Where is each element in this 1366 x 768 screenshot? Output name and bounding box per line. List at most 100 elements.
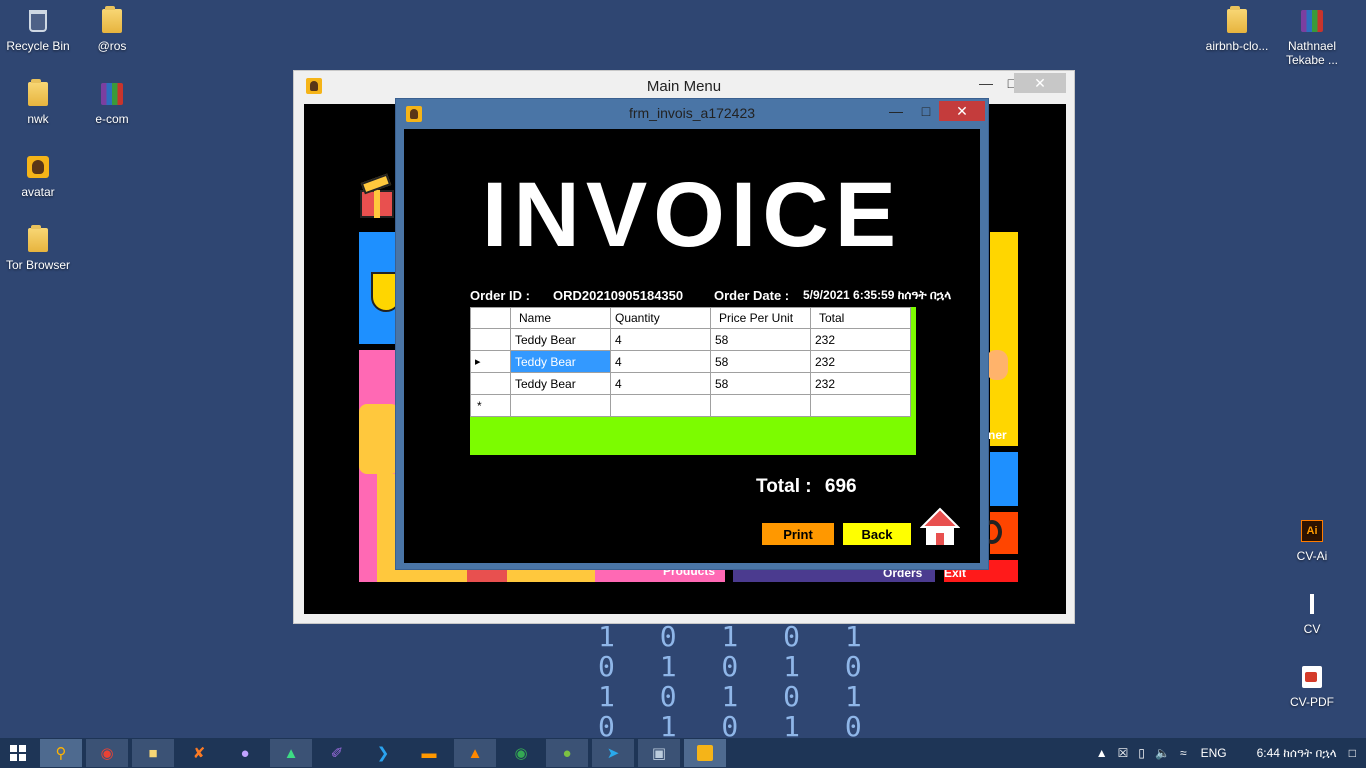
taskbar-github[interactable]: ● — [224, 739, 266, 767]
taskbar-invoice-app[interactable] — [684, 739, 726, 767]
taskbar-sublime[interactable]: ▬ — [408, 739, 450, 767]
taskbar-android-studio[interactable]: ▲ — [270, 739, 312, 767]
main-menu-titlebar[interactable]: Main Menu — □ ✕ — [294, 71, 1074, 101]
folder-icon — [96, 6, 128, 36]
desktop-icon-label: e-com — [95, 112, 129, 126]
notifications-icon[interactable]: □ — [1349, 746, 1356, 760]
customer-tile-left[interactable] — [359, 232, 401, 344]
print-button[interactable]: Print — [762, 523, 834, 545]
show-hidden-icons-button[interactable]: ▲ — [1096, 746, 1108, 760]
search-button[interactable]: ⚲ — [40, 739, 82, 767]
desktop-icon-cv[interactable]: CV — [1274, 589, 1350, 636]
cell-quantity[interactable]: 4 — [610, 350, 711, 373]
taskbar-file-explorer[interactable]: ■ — [132, 739, 174, 767]
telegram-icon: ➤ — [606, 745, 620, 762]
binary-row: 1 0 1 0 1 — [598, 620, 876, 653]
row-header[interactable] — [470, 372, 511, 395]
visual-studio-icon: ✐ — [330, 745, 344, 762]
cell-quantity[interactable] — [610, 394, 711, 417]
row-header[interactable] — [470, 328, 511, 351]
settings-tile[interactable] — [990, 452, 1018, 506]
cell-total[interactable]: 232 — [810, 350, 911, 373]
report-tile[interactable] — [982, 512, 1018, 554]
taskbar-telegram[interactable]: ➤ — [592, 739, 634, 767]
taskbar-remote-desktop[interactable]: ▣ — [638, 739, 680, 767]
desktop-icon-label: CV-PDF — [1289, 695, 1334, 709]
cell-name[interactable]: Teddy Bear — [510, 328, 611, 351]
taskbar-utorrent[interactable]: ● — [546, 739, 588, 767]
minimize-button[interactable]: — — [884, 101, 908, 121]
cell-quantity[interactable]: 4 — [610, 328, 711, 351]
home-icon[interactable] — [920, 507, 960, 547]
desktop-icon-cv-ai[interactable]: Ai CV-Ai — [1274, 516, 1350, 563]
back-button[interactable]: Back — [843, 523, 911, 545]
cell-total[interactable]: 232 — [810, 372, 911, 395]
new-row[interactable]: * — [470, 394, 911, 417]
window-title: Main Menu — [646, 77, 722, 95]
language-indicator[interactable]: ENG — [1201, 746, 1227, 760]
cell-price[interactable]: 58 — [710, 350, 811, 373]
table-row[interactable]: Teddy Bear 4 58 232 — [470, 328, 911, 351]
cell-name[interactable] — [510, 394, 611, 417]
desktop-icon-label: Nathnael Tekabe ... — [1285, 39, 1339, 67]
order-items-table[interactable]: Name Quantity Price Per Unit Total Teddy… — [470, 307, 911, 417]
network-error-icon[interactable]: ☒ — [1118, 746, 1129, 760]
start-button[interactable] — [0, 739, 36, 767]
orders-tile[interactable]: Orders — [733, 566, 935, 582]
taskbar-chrome[interactable]: ◉ — [86, 739, 128, 767]
wallpaper-binary: 1 0 1 0 1 0 1 0 1 0 1 0 1 0 1 0 1 0 1 0 — [598, 622, 876, 742]
desktop-icon-airbnb[interactable]: airbnb-clo... — [1199, 6, 1275, 53]
cell-total[interactable]: 232 — [810, 328, 911, 351]
desktop-icon-avatar[interactable]: avatar — [0, 152, 76, 199]
cell-price[interactable]: 58 — [710, 372, 811, 395]
volume-icon[interactable]: 🔈 — [1155, 746, 1170, 760]
close-button[interactable]: ✕ — [939, 101, 985, 121]
vlc-icon: ▲ — [467, 744, 483, 762]
cell-price[interactable]: 58 — [710, 328, 811, 351]
desktop-icon-cv-pdf[interactable]: CV-PDF — [1274, 662, 1350, 709]
invoice-content: INVOICE Order ID : ORD20210905184350 Ord… — [404, 129, 980, 563]
taskbar-visual-studio[interactable]: ✐ — [316, 739, 358, 767]
table-row[interactable]: ▸ Teddy Bear 4 58 232 — [470, 350, 911, 373]
column-header-quantity[interactable]: Quantity — [610, 307, 711, 329]
close-button[interactable]: ✕ — [1014, 73, 1066, 93]
wifi-icon[interactable]: ≈ — [1180, 746, 1187, 760]
taskbar-chrome-2[interactable]: ◉ — [500, 739, 542, 767]
desktop-icon-label: Tor Browser — [5, 258, 70, 272]
invoice-titlebar[interactable]: frm_invois_a172423 — □ ✕ — [396, 99, 988, 127]
total-value: 696 — [824, 476, 857, 497]
cell-name[interactable]: Teddy Bear — [510, 350, 611, 373]
clock[interactable]: 6:44 ከሰዓት በኋላ — [1257, 746, 1337, 761]
binary-row: 1 0 1 0 1 — [598, 680, 876, 713]
taskbar-vlc[interactable]: ▲ — [454, 739, 496, 767]
battery-icon[interactable]: ▯ — [1138, 746, 1145, 760]
minimize-button[interactable]: — — [974, 73, 998, 93]
column-header-price[interactable]: Price Per Unit — [710, 307, 811, 329]
desktop-icon-nathnael[interactable]: Nathnael Tekabe ... — [1274, 6, 1350, 67]
recycle-bin-icon — [22, 6, 54, 36]
taskbar: ⚲ ◉ ■ ✘ ● ▲ ✐ ❯ ▬ ▲ ◉ ● ➤ ▣ ▲ ☒ ▯ 🔈 ≈ EN… — [0, 738, 1366, 768]
new-row-marker[interactable]: * — [470, 394, 511, 417]
desktop-icon-tor-browser[interactable]: Tor Browser — [0, 225, 76, 272]
customer-tile[interactable]: ner — [986, 232, 1018, 446]
utorrent-icon: ● — [562, 744, 572, 762]
maximize-button[interactable]: □ — [914, 101, 938, 121]
table-row[interactable]: Teddy Bear 4 58 232 — [470, 372, 911, 395]
cell-quantity[interactable]: 4 — [610, 372, 711, 395]
desktop-icon-e-com[interactable]: e-com — [74, 79, 150, 126]
desktop-icon-recycle-bin[interactable]: Recycle Bin — [0, 6, 76, 53]
cell-price[interactable] — [710, 394, 811, 417]
system-tray: ▲ ☒ ▯ 🔈 ≈ ENG 6:44 ከሰዓት በኋላ □ — [1086, 738, 1366, 768]
taskbar-vscode[interactable]: ❯ — [362, 739, 404, 767]
cell-total[interactable] — [810, 394, 911, 417]
order-items-grid[interactable]: Name Quantity Price Per Unit Total Teddy… — [470, 307, 916, 455]
column-header-name[interactable]: Name — [510, 307, 611, 329]
illustrator-file-icon: Ai — [1296, 516, 1328, 546]
cell-name[interactable]: Teddy Bear — [510, 372, 611, 395]
taskbar-xampp[interactable]: ✘ — [178, 739, 220, 767]
column-header-total[interactable]: Total — [810, 307, 911, 329]
desktop-icon-ros[interactable]: @ros — [74, 6, 150, 53]
folder-icon: ■ — [148, 744, 158, 762]
desktop-icon-nwk[interactable]: nwk — [0, 79, 76, 126]
current-row-indicator[interactable]: ▸ — [470, 350, 511, 373]
